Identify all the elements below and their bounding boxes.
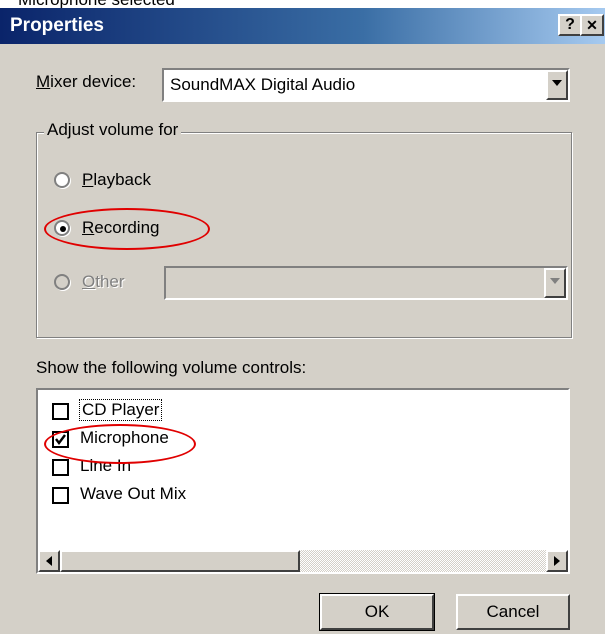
radio-other-label: Other xyxy=(82,272,125,292)
mixer-device-value: SoundMAX Digital Audio xyxy=(170,75,356,94)
radio-selected-dot xyxy=(60,226,66,232)
list-item-label: CD Player xyxy=(78,399,163,421)
check-icon xyxy=(55,434,66,445)
other-dropdown-button xyxy=(544,268,566,298)
radio-recording[interactable] xyxy=(54,220,70,236)
checkbox-wave-out-mix[interactable] xyxy=(52,487,69,504)
help-button[interactable]: ? xyxy=(558,14,582,36)
other-rest: ther xyxy=(95,272,125,291)
controls-heading: Show the following volume controls: xyxy=(36,358,307,377)
mixer-dropdown-button[interactable] xyxy=(546,70,568,100)
checkbox-line-in[interactable] xyxy=(52,459,69,476)
ok-button[interactable]: OK xyxy=(319,593,435,631)
mixer-device-label: Mixer device: xyxy=(36,72,136,92)
window-title: Properties xyxy=(10,15,104,36)
list-item-label: Microphone xyxy=(80,428,169,447)
radio-recording-label[interactable]: Recording xyxy=(82,218,160,238)
recording-rest: ecording xyxy=(94,218,160,237)
arrow-right-icon xyxy=(554,556,560,566)
mixer-label-mnemonic: M xyxy=(36,72,51,91)
mixer-device-select[interactable]: SoundMAX Digital Audio xyxy=(162,68,570,102)
checkbox-microphone[interactable] xyxy=(52,431,69,448)
help-icon: ? xyxy=(565,16,575,33)
radio-other xyxy=(54,274,70,290)
other-device-select xyxy=(164,266,568,300)
radio-playback[interactable] xyxy=(54,172,70,188)
close-icon: ✕ xyxy=(586,17,598,33)
radio-playback-label[interactable]: Playback xyxy=(82,170,151,190)
title-bar[interactable]: Properties ? ✕ xyxy=(0,8,605,44)
horizontal-scrollbar[interactable] xyxy=(38,550,568,572)
chevron-down-icon xyxy=(550,278,560,284)
playback-rest: layback xyxy=(93,170,151,189)
cancel-button[interactable]: Cancel xyxy=(456,594,570,630)
volume-controls-list[interactable]: CD Player Microphone Line In Wave Out Mi… xyxy=(36,388,570,574)
chevron-down-icon xyxy=(552,80,562,86)
scrollbar-thumb[interactable] xyxy=(60,550,300,572)
properties-dialog: Properties ? ✕ Mixer device: SoundMAX Di… xyxy=(0,8,605,634)
close-button[interactable]: ✕ xyxy=(580,14,604,36)
scroll-right-button[interactable] xyxy=(546,550,568,572)
arrow-left-icon xyxy=(46,556,52,566)
other-mnemonic: O xyxy=(82,272,96,291)
checkbox-cd-player[interactable] xyxy=(52,403,69,420)
list-item-label: Line In xyxy=(80,456,132,475)
playback-mnemonic: P xyxy=(82,170,94,189)
adjust-volume-legend: Adjust volume for xyxy=(44,120,182,140)
scroll-left-button[interactable] xyxy=(38,550,60,572)
mixer-label-rest: ixer device: xyxy=(50,72,137,91)
list-item-label: Wave Out Mix xyxy=(80,484,187,503)
recording-mnemonic: R xyxy=(82,218,95,237)
